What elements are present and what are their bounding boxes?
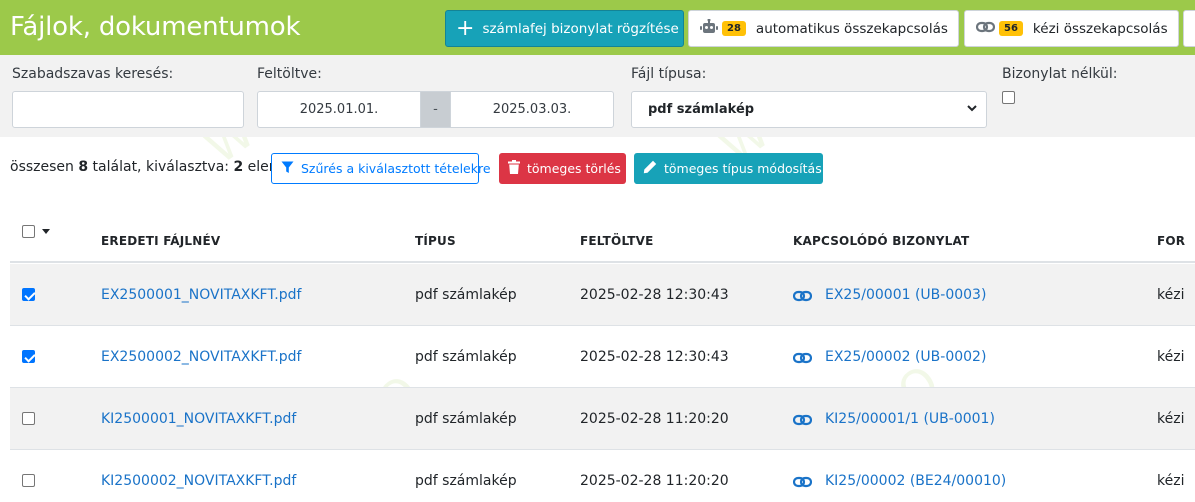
date-range-separator: - xyxy=(421,91,450,128)
file-type: pdf számlakép xyxy=(415,473,517,489)
uploaded-time: 2025-02-28 12:30:43 xyxy=(580,349,729,365)
table-row: KI2500001_NOVITAXKFT.pdf pdf számlakép 2… xyxy=(10,388,1195,450)
column-header-filename[interactable]: EREDETI FÁJLNÉV xyxy=(101,234,220,248)
linked-document-link[interactable]: EX25/00001 (UB-0003) xyxy=(825,287,986,303)
file-link[interactable]: EX2500001_NOVITAXKFT.pdf xyxy=(101,287,301,303)
uploaded-time: 2025-02-28 11:20:20 xyxy=(580,473,729,489)
manual-link-label: kézi összekapcsolás xyxy=(1032,20,1168,37)
file-link[interactable]: KI2500001_NOVITAXKFT.pdf xyxy=(101,411,296,427)
select-all-checkbox[interactable] xyxy=(22,225,35,238)
table-row: KI2500002_NOVITAXKFT.pdf pdf számlakép 2… xyxy=(10,450,1195,502)
caret-down-icon[interactable] xyxy=(42,229,50,234)
funnel-icon xyxy=(281,161,301,177)
robot-icon xyxy=(700,18,718,39)
page-title: Fájlok, dokumentumok xyxy=(10,12,301,42)
row-checkbox[interactable] xyxy=(22,350,35,363)
bulk-type-modify-button[interactable]: tömeges típus módosítás xyxy=(634,153,823,184)
file-type: pdf számlakép xyxy=(415,411,517,427)
link-icon[interactable] xyxy=(792,412,813,431)
filter-selected-button[interactable]: Szűrés a kiválasztott tételekre xyxy=(271,153,491,184)
search-label: Szabadszavas keresés: xyxy=(12,66,174,82)
link-source: kézi xyxy=(1157,411,1185,427)
bulk-delete-label: tömeges törlés xyxy=(527,161,621,176)
search-input[interactable] xyxy=(12,91,244,128)
column-header-linked-document[interactable]: KAPCSOLÓDÓ BIZONYLAT xyxy=(793,234,969,248)
row-checkbox[interactable] xyxy=(22,288,35,301)
date-to-input[interactable]: 2025.03.03. xyxy=(450,91,614,128)
link-source: kézi xyxy=(1157,287,1185,303)
column-header-type[interactable]: TÍPUS xyxy=(415,234,456,248)
link-icon xyxy=(975,20,996,38)
file-type-value: pdf számlakép xyxy=(648,102,755,117)
date-from-input[interactable]: 2025.01.01. xyxy=(257,91,421,128)
total-count: 8 xyxy=(78,159,89,175)
file-link[interactable]: KI2500002_NOVITAXKFT.pdf xyxy=(101,473,296,489)
table-header: EREDETI FÁJLNÉV TÍPUS FELTÖLTVE KAPCSOLÓ… xyxy=(10,219,1195,263)
manual-link-count-badge: 56 xyxy=(999,21,1023,36)
filter-selected-label: Szűrés a kiválasztott tételekre xyxy=(301,161,491,176)
link-source: kézi xyxy=(1157,349,1185,365)
auto-link-count-badge: 28 xyxy=(722,21,746,36)
filter-panel: Szabadszavas keresés: Feltöltve: 2025.01… xyxy=(0,55,1195,137)
linked-document-link[interactable]: KI25/00001/1 (UB-0001) xyxy=(825,411,995,427)
result-summary: összesen 8 találat, kiválasztva: 2 elem xyxy=(10,159,283,175)
trash-icon xyxy=(508,160,527,177)
linked-document-link[interactable]: EX25/00002 (UB-0002) xyxy=(825,349,986,365)
linked-document-link[interactable]: KI25/00002 (BE24/00010) xyxy=(825,473,1006,489)
file-type-select[interactable]: pdf számlakép xyxy=(631,91,987,128)
link-icon[interactable] xyxy=(792,474,813,493)
table-row: EX2500002_NOVITAXKFT.pdf pdf számlakép 2… xyxy=(10,326,1195,388)
auto-link-label: automatikus összekapcsolás xyxy=(755,20,948,37)
row-checkbox[interactable] xyxy=(22,474,35,487)
file-type: pdf számlakép xyxy=(415,287,517,303)
link-icon[interactable] xyxy=(792,288,813,307)
table-row: EX2500001_NOVITAXKFT.pdf pdf számlakép 2… xyxy=(10,264,1195,326)
pencil-icon xyxy=(643,160,664,177)
selected-count: 2 xyxy=(233,159,244,175)
column-header-source[interactable]: FOR xyxy=(1157,234,1185,248)
uploaded-label: Feltöltve: xyxy=(257,66,322,82)
no-document-checkbox[interactable] xyxy=(1002,91,1015,104)
chevron-down-icon xyxy=(966,102,978,118)
add-invoice-header-label: számlafej bizonylat rögzítése xyxy=(482,20,679,37)
bulk-type-modify-label: tömeges típus módosítás xyxy=(664,161,822,176)
uploaded-time: 2025-02-28 12:30:43 xyxy=(580,287,729,303)
no-document-label: Bizonylat nélkül: xyxy=(1002,66,1118,82)
file-type: pdf számlakép xyxy=(415,349,517,365)
bulk-delete-button[interactable]: tömeges törlés xyxy=(499,153,626,184)
link-icon[interactable] xyxy=(792,350,813,369)
file-type-label: Fájl típusa: xyxy=(631,66,707,82)
manual-link-button[interactable]: 56 kézi összekapcsolás xyxy=(964,10,1179,47)
add-invoice-header-button[interactable]: + számlafej bizonylat rögzítése xyxy=(445,10,684,47)
header-overflow-button[interactable] xyxy=(1183,10,1195,47)
uploaded-time: 2025-02-28 11:20:20 xyxy=(580,411,729,427)
auto-link-button[interactable]: 28 automatikus összekapcsolás xyxy=(688,10,959,47)
file-link[interactable]: EX2500002_NOVITAXKFT.pdf xyxy=(101,349,301,365)
page-header: Fájlok, dokumentumok + számlafej bizonyl… xyxy=(0,0,1195,55)
link-source: kézi xyxy=(1157,473,1185,489)
plus-icon: + xyxy=(456,15,475,41)
column-header-uploaded[interactable]: FELTÖLTVE xyxy=(580,234,654,248)
row-checkbox[interactable] xyxy=(22,412,35,425)
